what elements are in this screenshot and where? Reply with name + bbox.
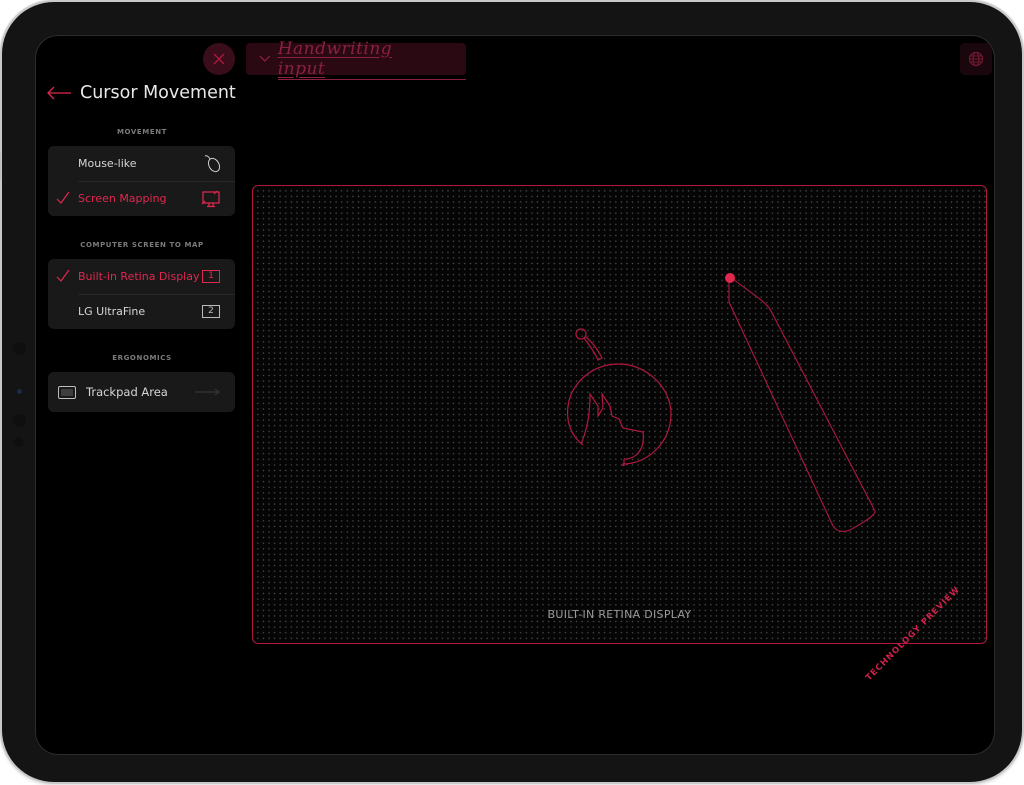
map-graphics: [566, 273, 876, 532]
pencil-icon: [725, 273, 876, 532]
checkmark-icon: [56, 191, 70, 204]
cursor-point: [725, 273, 735, 283]
sensor-dot: [13, 342, 26, 355]
option-trackpad-area[interactable]: Trackpad Area: [48, 372, 235, 412]
ipad-frame: Handwriting input Cursor Movement MOVEME…: [0, 2, 1022, 782]
page-header: Cursor Movement: [46, 83, 236, 103]
section-label-movement: MOVEMENT: [116, 128, 168, 136]
chevron-down-icon: [259, 55, 271, 62]
checkmark-icon: [56, 269, 70, 282]
handwriting-input-label: Handwriting input: [277, 39, 466, 80]
trackpad-icon: [58, 385, 76, 399]
arrow-left-icon[interactable]: [46, 86, 72, 100]
option-label: Trackpad Area: [86, 385, 168, 399]
option-mouse-like[interactable]: Mouse-like: [48, 146, 235, 181]
display-number-badge: 2: [202, 305, 220, 318]
astronaut-dog-logo-icon: [566, 328, 672, 466]
option-lg-ultrafine[interactable]: LG UltraFine 2: [48, 294, 235, 329]
display-number-badge: 1: [202, 270, 220, 283]
section-label-ergonomics: ERGONOMICS: [112, 354, 172, 362]
globe-button[interactable]: [960, 43, 992, 75]
screen-to-map-group: Built-in Retina Display 1 LG UltraFine 2: [48, 259, 235, 329]
option-label: Built-in Retina Display: [78, 270, 200, 283]
screen: Handwriting input Cursor Movement MOVEME…: [36, 36, 994, 754]
movement-group: Mouse-like Screen Mapping: [48, 146, 235, 216]
camera-indicator: [17, 389, 22, 394]
sensor-dot: [14, 437, 24, 447]
section-label-screen-to-map: COMPUTER SCREEN TO MAP: [80, 241, 204, 249]
close-icon: [213, 53, 225, 65]
screen-map-area[interactable]: BUILT-IN RETINA DISPLAY: [252, 185, 987, 644]
option-screen-mapping[interactable]: Screen Mapping: [48, 181, 235, 216]
screen-mapping-icon: [201, 190, 220, 207]
option-label: Screen Mapping: [78, 192, 167, 205]
mouse-icon: [204, 154, 221, 172]
option-label: LG UltraFine: [78, 305, 146, 318]
handwriting-input-dropdown[interactable]: Handwriting input: [246, 39, 466, 80]
arrow-right-icon: [195, 388, 220, 396]
page-title: Cursor Movement: [80, 83, 236, 103]
option-label: Mouse-like: [78, 157, 137, 170]
ergonomics-group: Trackpad Area: [48, 372, 235, 412]
volume-button: [0, 152, 1, 180]
globe-icon: [969, 52, 983, 66]
close-button[interactable]: [203, 43, 235, 75]
sensor-dot: [13, 414, 26, 427]
map-caption: BUILT-IN RETINA DISPLAY: [547, 608, 692, 621]
option-built-in-retina-display[interactable]: Built-in Retina Display 1: [48, 259, 235, 294]
